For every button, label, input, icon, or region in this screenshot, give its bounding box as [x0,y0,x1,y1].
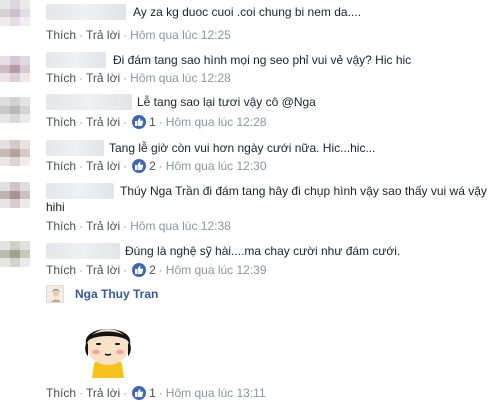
comment-actions: Thích · Trả lời · 2 · Hôm qua lúc 12:39 [46,262,267,278]
separator: · [79,219,84,233]
separator: · [79,386,84,400]
comment-text: Ay za kg duoc cuoi .coi chung bi nem da.… [133,5,361,19]
like-count[interactable]: 1 [149,114,156,130]
reply-link[interactable]: Trả lời [86,218,120,234]
reply-link[interactable]: Trả lời [86,27,120,43]
comment-actions: Thích · Trả lời · Hôm qua lúc 12:25 [46,27,231,43]
reply-link[interactable]: Trả lời [86,262,120,278]
like-link[interactable]: Thích [46,158,76,174]
comment-text: Tang lễ giờ còn vui hơn ngày cưới nữa. H… [109,141,376,155]
timestamp[interactable]: Hôm qua lúc 12:30 [166,158,267,174]
separator: · [79,263,84,277]
commenter-name-blurred[interactable] [46,243,120,259]
separator: · [123,71,128,85]
avatar-blurred[interactable] [0,97,30,123]
like-icon[interactable] [132,115,147,129]
separator: · [158,386,163,400]
separator: · [158,115,163,129]
comment-actions: Thích · Trả lời · 1 · Hôm qua lúc 13:11 [46,385,266,401]
timestamp[interactable]: Hôm qua lúc 12:28 [166,114,267,130]
reply-link[interactable]: Trả lời [86,158,120,174]
separator: · [123,219,128,233]
like-count[interactable]: 1 [149,385,156,401]
reply-author-name[interactable]: Nga Thuy Tran [75,287,158,301]
like-link[interactable]: Thích [46,114,76,130]
like-icon[interactable] [132,159,147,173]
timestamp[interactable]: Hôm qua lúc 12:39 [166,262,267,278]
separator: · [123,159,128,173]
comment-text: Thúy Nga Trần đi đám tang hây đi chụp hì… [120,184,487,198]
timestamp[interactable]: Hôm qua lúc 12:28 [130,70,231,86]
commenter-name-blurred[interactable] [46,140,104,156]
avatar-photo [47,286,63,302]
commenter-name-blurred[interactable] [46,94,132,110]
commenter-name-blurred[interactable] [46,52,106,68]
comment-text: Đi đám tang sao hình mọi ng seo phỉ vui … [113,53,412,67]
commenter-name-blurred[interactable] [46,183,114,199]
avatar[interactable] [46,285,64,303]
separator: · [123,115,128,129]
comment-actions: Thích · Trả lời · 2 · Hôm qua lúc 12:30 [46,158,267,174]
comment-text: Đúng là nghệ sỹ hài....ma chay cười như … [125,244,401,258]
separator: · [79,28,84,42]
separator: · [79,159,84,173]
girl-sticker-icon [85,329,131,378]
separator: · [123,263,128,277]
avatar-blurred[interactable] [0,140,30,166]
avatar-blurred[interactable] [0,56,30,82]
like-link[interactable]: Thích [46,385,76,401]
separator: · [158,263,163,277]
like-icon[interactable] [132,263,147,277]
comment-text-line2: hihi [46,200,65,214]
separator: · [123,28,128,42]
comment-text: Lễ tang sao lại tươi vậy cô @Nga [137,95,316,109]
reply-link[interactable]: Trả lời [86,114,120,130]
like-count[interactable]: 2 [149,262,156,278]
avatar-blurred[interactable] [0,241,30,267]
avatar-blurred[interactable] [0,0,30,26]
reply-link[interactable]: Trả lời [86,385,120,401]
separator: · [158,159,163,173]
timestamp[interactable]: Hôm qua lúc 12:25 [130,27,231,43]
like-icon[interactable] [132,386,147,400]
separator: · [79,115,84,129]
comment-actions: Thích · Trả lời · 1 · Hôm qua lúc 12:28 [46,114,267,130]
timestamp[interactable]: Hôm qua lúc 13:11 [166,385,266,401]
like-link[interactable]: Thích [46,27,76,43]
avatar-blurred[interactable] [0,182,30,208]
commenter-name-blurred[interactable] [46,4,126,20]
like-count[interactable]: 2 [149,158,156,174]
like-link[interactable]: Thích [46,70,76,86]
like-link[interactable]: Thích [46,218,76,234]
separator: · [79,71,84,85]
reply-link[interactable]: Trả lời [86,70,120,86]
comment-actions: Thích · Trả lời · Hôm qua lúc 12:28 [46,70,231,86]
like-link[interactable]: Thích [46,262,76,278]
comment-actions: Thích · Trả lời · Hôm qua lúc 12:38 [46,218,231,234]
separator: · [123,386,128,400]
timestamp[interactable]: Hôm qua lúc 12:38 [130,218,231,234]
